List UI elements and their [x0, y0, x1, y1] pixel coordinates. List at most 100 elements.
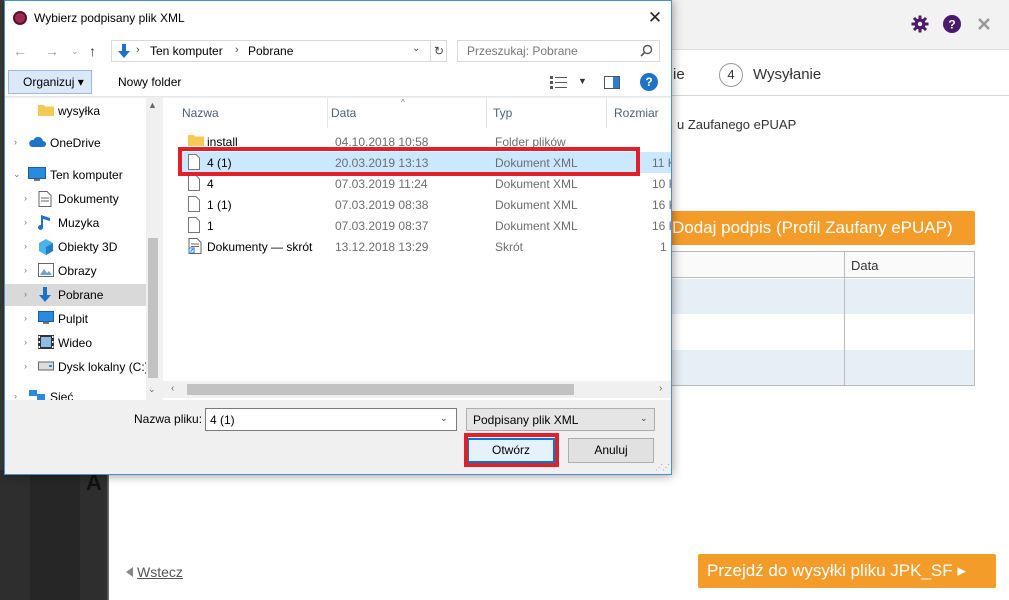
- file-open-dialog: Wybierz podpisany plik XML ✕ ← → ⌄ ↑ › T…: [4, 0, 672, 475]
- network-icon: [28, 389, 46, 400]
- caret-left-icon: [126, 567, 133, 577]
- search-icon: [640, 44, 653, 60]
- file-row-1[interactable]: 1 07.03.2019 08:37 Dokument XML 16 KB: [179, 215, 671, 236]
- chevron-down-icon[interactable]: ⌄: [412, 43, 420, 54]
- recent-dropdown-icon[interactable]: ⌄: [71, 46, 79, 57]
- desktop-icon: [38, 311, 54, 328]
- step-fragment: ie: [673, 66, 685, 83]
- forward-arrow-icon[interactable]: →: [45, 43, 59, 59]
- resize-grip-icon[interactable]: ⋰⋰: [655, 463, 670, 472]
- close-icon[interactable]: ✕: [639, 1, 671, 35]
- gear-icon[interactable]: [910, 14, 930, 34]
- filename-input[interactable]: 4 (1): [205, 408, 457, 431]
- nav-item-documents[interactable]: › Dokumenty: [5, 188, 146, 210]
- scrollbar-thumb[interactable]: [187, 384, 574, 395]
- navigation-pane: wysyłka › OneDrive ⌄ Ten komputer › Doku…: [5, 98, 160, 400]
- file-icon: [188, 175, 200, 194]
- filetype-select[interactable]: Podpisany plik XML: [466, 408, 655, 431]
- nav-item-downloads[interactable]: › Pobrane: [5, 284, 146, 306]
- organize-button[interactable]: Organizuj ▾: [8, 70, 92, 94]
- cancel-button[interactable]: Anuluj: [568, 438, 654, 463]
- nav-scrollbar[interactable]: ▲ ⌄: [146, 98, 160, 400]
- file-row-documents-shortcut[interactable]: Dokumenty — skrót 13.12.2018 13:29 Skrót…: [179, 236, 671, 257]
- download-icon: [117, 44, 131, 61]
- help-button[interactable]: ?: [640, 73, 658, 91]
- chevron-right-icon[interactable]: ›: [14, 137, 17, 147]
- nav-item-wysylka[interactable]: wysyłka: [5, 100, 146, 122]
- open-button[interactable]: Otwórz: [467, 438, 555, 463]
- new-folder-button[interactable]: Nowy folder: [118, 75, 181, 89]
- address-bar: ← → ⌄ ↑ › Ten komputer › Pobrane ⌄ ↻ Prz…: [5, 35, 671, 67]
- breadcrumb-downloads[interactable]: Pobrane: [248, 44, 293, 58]
- pictures-icon: [38, 263, 54, 280]
- nav-item-network[interactable]: › Sieć: [5, 386, 146, 400]
- scrollbar-thumb[interactable]: [148, 238, 158, 378]
- signature-table: Data: [669, 251, 975, 386]
- breadcrumb[interactable]: › Ten komputer › Pobrane ⌄ ↻: [111, 40, 447, 62]
- scroll-right-icon[interactable]: ›: [659, 383, 662, 394]
- file-icon: [188, 196, 200, 215]
- chevron-right-icon[interactable]: ›: [24, 241, 27, 251]
- chevron-right-icon[interactable]: ›: [24, 265, 27, 275]
- add-signature-button[interactable]: Dodaj podpis (Profil Zaufany ePUAP): [667, 211, 975, 245]
- chevron-right-icon[interactable]: ›: [24, 313, 27, 323]
- nav-item-pictures[interactable]: › Obrazy: [5, 260, 146, 282]
- nav-item-desktop[interactable]: › Pulpit: [5, 308, 146, 330]
- nav-item-video[interactable]: › Wideo: [5, 332, 146, 354]
- refresh-icon[interactable]: ↻: [430, 41, 447, 61]
- chevron-down-icon[interactable]: ⌄: [640, 413, 648, 424]
- breadcrumb-this-pc[interactable]: Ten komputer: [150, 44, 223, 58]
- help-icon[interactable]: ?: [942, 14, 962, 34]
- chevron-right-icon[interactable]: ›: [24, 217, 27, 227]
- file-row-install[interactable]: install 04.10.2018 10:58 Folder plików: [179, 131, 671, 152]
- chevron-right-icon[interactable]: ›: [14, 391, 17, 400]
- close-icon[interactable]: [974, 14, 994, 34]
- chevron-down-icon[interactable]: ▼: [578, 76, 587, 86]
- sort-indicator-icon: ^: [401, 98, 405, 107]
- chevron-down-icon[interactable]: ⌄: [13, 169, 21, 180]
- scroll-left-icon[interactable]: ‹: [171, 383, 174, 394]
- chevron-right-icon[interactable]: ›: [24, 361, 27, 371]
- chevron-down-icon[interactable]: ⌄: [440, 413, 448, 424]
- back-link[interactable]: Wstecz: [126, 564, 183, 580]
- file-row-4-1[interactable]: 4 (1) 20.03.2019 13:13 Dokument XML 11 K…: [179, 152, 671, 173]
- preview-pane-icon[interactable]: [604, 76, 620, 92]
- chevron-right-icon[interactable]: ›: [24, 193, 27, 203]
- column-header-type[interactable]: Typ: [493, 106, 512, 120]
- body-text: u Zaufanego ePUAP: [677, 117, 797, 132]
- scroll-up-icon[interactable]: ▲: [148, 100, 157, 110]
- drive-icon: [38, 359, 54, 374]
- table-header-date: Data: [851, 258, 879, 273]
- scroll-down-icon[interactable]: ⌄: [148, 384, 156, 395]
- nav-item-this-pc[interactable]: ⌄ Ten komputer: [5, 164, 146, 186]
- svg-text:?: ?: [948, 18, 955, 32]
- next-step-button[interactable]: Przejdź do wysyłki pliku JPK_SF ▸: [698, 554, 996, 588]
- search-input[interactable]: Przeszukaj: Pobrane: [457, 40, 660, 62]
- file-icon: [188, 217, 200, 236]
- nav-item-music[interactable]: › Muzyka: [5, 212, 146, 234]
- filename-label: Nazwa pliku:: [134, 412, 203, 426]
- view-options-icon[interactable]: [550, 76, 568, 92]
- folder-icon: [38, 103, 54, 120]
- documents-icon: [38, 191, 52, 210]
- step-number: 4: [719, 63, 743, 87]
- column-header-size[interactable]: Rozmiar: [614, 106, 659, 120]
- file-list: ^ Nazwa Data Typ Rozmiar install 04.10.2…: [163, 98, 671, 400]
- file-row-4[interactable]: 4 07.03.2019 11:24 Dokument XML 10 KB: [179, 173, 671, 194]
- column-header-name[interactable]: Nazwa: [182, 106, 219, 120]
- horizontal-scrollbar[interactable]: ‹ ›: [163, 381, 671, 398]
- nav-item-3d-objects[interactable]: › Obiekty 3D: [5, 236, 146, 258]
- column-header-date[interactable]: Data: [331, 106, 356, 120]
- nav-item-onedrive[interactable]: › OneDrive: [5, 132, 146, 154]
- dialog-toolbar: Organizuj ▾ Nowy folder ▼ ?: [5, 67, 671, 97]
- chevron-right-icon[interactable]: ›: [24, 289, 27, 299]
- music-icon: [38, 215, 52, 234]
- chevron-right-icon[interactable]: ›: [24, 337, 27, 347]
- file-row-1-1[interactable]: 1 (1) 07.03.2019 08:38 Dokument XML 16 K…: [179, 194, 671, 215]
- background-panel: A: [0, 470, 108, 600]
- nav-item-local-disk[interactable]: › Dysk lokalny (C:): [5, 356, 149, 378]
- dialog-titlebar[interactable]: Wybierz podpisany plik XML ✕: [5, 1, 671, 35]
- up-arrow-icon[interactable]: ↑: [89, 43, 96, 59]
- cloud-icon: [28, 135, 46, 152]
- back-arrow-icon[interactable]: ←: [13, 43, 27, 59]
